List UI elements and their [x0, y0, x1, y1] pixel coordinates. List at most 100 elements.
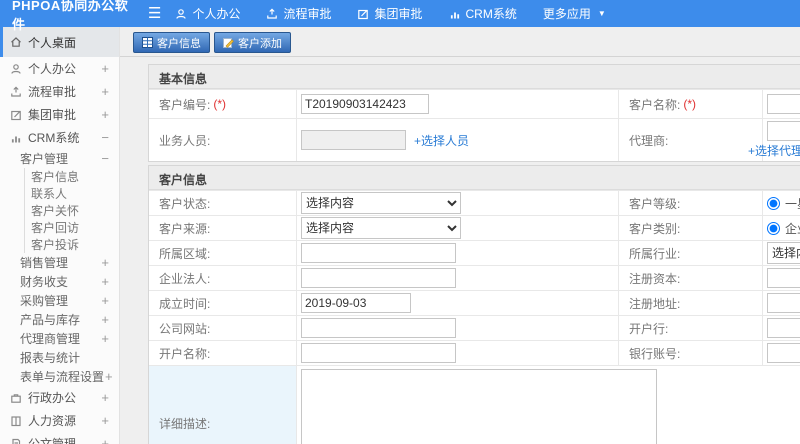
customer-no-label: 客户编号: (*)	[149, 90, 297, 118]
legal-person-input[interactable]	[301, 268, 456, 288]
category-radio-enterprise[interactable]	[767, 221, 780, 235]
sidebar-item-customer-complaint[interactable]: 客户投诉	[24, 236, 119, 253]
sales-person-input[interactable]	[301, 130, 406, 150]
sidebar-item-crm-system[interactable]: CRM系统 −	[0, 126, 119, 149]
upload-icon	[266, 7, 278, 20]
form-row-website-bank: 公司网站: 开户行:	[149, 315, 800, 340]
description-label: 详细描述:	[149, 366, 297, 444]
legal-person-label: 企业法人:	[149, 266, 297, 290]
top-navigation: 个人办公 流程审批 集团审批 CRM系统 更多应用 ▼	[175, 5, 606, 22]
website-input[interactable]	[301, 318, 456, 338]
account-name-label: 开户名称:	[149, 341, 297, 365]
hamburger-icon[interactable]: ☰	[148, 6, 161, 21]
founded-date-label: 成立时间:	[149, 291, 297, 315]
sidebar-item-group-approval[interactable]: 集团审批 +	[0, 103, 119, 126]
customer-name-label: 客户名称: (*)	[619, 90, 763, 118]
sidebar-item-human-resources[interactable]: 人力资源 +	[0, 409, 119, 432]
region-input[interactable]	[301, 243, 456, 263]
sidebar-item-agent-management[interactable]: 代理商管理 +	[0, 329, 119, 348]
form-row-description: 详细描述:	[149, 365, 800, 444]
sidebar-item-customer-info[interactable]: 客户信息	[24, 168, 119, 185]
topnav-more-apps[interactable]: 更多应用 ▼	[543, 5, 606, 22]
agent-input[interactable]	[767, 121, 800, 141]
sidebar-item-customer-management[interactable]: 客户管理 −	[0, 149, 119, 168]
industry-select[interactable]: 选择内容	[767, 242, 800, 264]
sidebar-item-products-inventory[interactable]: 产品与库存 +	[0, 310, 119, 329]
sidebar-item-workflow-approval[interactable]: 流程审批 +	[0, 80, 119, 103]
customer-source-label: 客户来源:	[149, 216, 297, 240]
home-icon	[10, 36, 22, 48]
sidebar-item-document-management[interactable]: 公文管理 +	[0, 432, 119, 444]
sidebar-item-reports-statistics[interactable]: 报表与统计	[0, 348, 119, 367]
sidebar-item-form-workflow-settings[interactable]: 表单与流程设置 +	[0, 367, 119, 386]
account-name-input[interactable]	[301, 343, 456, 363]
section-title-info: 客户信息	[149, 166, 800, 190]
select-agent-link[interactable]: +选择代理商	[748, 142, 800, 159]
sidebar-item-administration[interactable]: 行政办公 +	[0, 386, 119, 409]
description-textarea[interactable]	[301, 369, 657, 444]
region-label: 所属区域:	[149, 241, 297, 265]
bank-branch-input[interactable]	[767, 318, 800, 338]
grid-icon	[142, 37, 153, 48]
founded-date-input[interactable]	[301, 293, 411, 313]
customer-no-input[interactable]	[301, 94, 429, 114]
tab-customer-add[interactable]: 客户添加	[214, 32, 291, 53]
form-row-status-level: 客户状态: 选择内容 客户等级: 一星	[149, 190, 800, 215]
customer-status-select[interactable]: 选择内容	[301, 192, 461, 214]
user-icon	[10, 63, 22, 75]
website-label: 公司网站:	[149, 316, 297, 340]
sidebar-item-customer-followup[interactable]: 客户回访	[24, 219, 119, 236]
sidebar-item-purchasing[interactable]: 采购管理 +	[0, 291, 119, 310]
form-row-customer-no: 客户编号:(*) 客户名称:(*)	[149, 89, 800, 118]
edit-icon	[10, 109, 22, 121]
topnav-label: 集团审批	[374, 7, 423, 21]
tab-label: 客户信息	[157, 37, 201, 50]
tab-customer-info[interactable]: 客户信息	[133, 32, 210, 53]
topnav-personal-office[interactable]: 个人办公	[175, 5, 240, 22]
topnav-label: 更多应用	[542, 7, 591, 21]
registered-capital-label: 注册资本:	[619, 266, 763, 290]
sidebar-item-contacts[interactable]: 联系人	[24, 185, 119, 202]
customer-status-label: 客户状态:	[149, 191, 297, 215]
form-row-sales-person: 业务人员: +选择人员 代理商: +选择代理商	[149, 118, 800, 161]
registered-address-label: 注册地址:	[619, 291, 763, 315]
basic-info-section: 基本信息 客户编号:(*) 客户名称:(*) 业务人员:	[148, 64, 800, 162]
form-row-founded-address: 成立时间: 注册地址:	[149, 290, 800, 315]
bank-account-label: 银行账号:	[619, 341, 763, 365]
customer-level-label: 客户等级:	[619, 191, 763, 215]
customer-category-label: 客户类别:	[619, 216, 763, 240]
level-radio-one-star[interactable]	[767, 196, 780, 210]
registered-address-input[interactable]	[767, 293, 800, 313]
topnav-label: 流程审批	[283, 7, 332, 21]
book-icon	[10, 415, 22, 427]
form-row-account-number: 开户名称: 银行账号:	[149, 340, 800, 365]
sidebar-item-finance[interactable]: 财务收支 +	[0, 272, 119, 291]
form-row-region-industry: 所属区域: 所属行业: 选择内容	[149, 240, 800, 265]
sidebar: 个人桌面 个人办公 + 流程审批 + 集团审批 + CRM系统 − 客户管理 −…	[0, 27, 120, 444]
bar-chart-icon	[449, 8, 461, 20]
sidebar-item-personal-office[interactable]: 个人办公 +	[0, 57, 119, 80]
form-row-legal-capital: 企业法人: 注册资本:	[149, 265, 800, 290]
pencil-icon	[223, 37, 234, 48]
topnav-group-approval[interactable]: 集团审批	[357, 5, 423, 22]
topnav-label: 个人办公	[192, 7, 241, 21]
sidebar-item-sales-management[interactable]: 销售管理 +	[0, 253, 119, 272]
registered-capital-input[interactable]	[767, 268, 800, 288]
agent-label: 代理商:	[619, 119, 763, 161]
customer-name-input[interactable]	[767, 94, 800, 114]
category-option-label: 企业客户	[785, 221, 800, 236]
upload-icon	[10, 85, 22, 98]
bank-account-input[interactable]	[767, 343, 800, 363]
level-option-label: 一星	[785, 196, 800, 211]
briefcase-icon	[10, 392, 22, 404]
user-icon	[175, 8, 187, 20]
topnav-crm-system[interactable]: CRM系统	[449, 5, 517, 22]
industry-label: 所属行业:	[619, 241, 763, 265]
topnav-workflow-approval[interactable]: 流程审批	[266, 5, 331, 22]
edit-icon	[357, 8, 369, 20]
tab-strip: 客户信息 客户添加	[120, 27, 800, 57]
sidebar-item-customer-care[interactable]: 客户关怀	[24, 202, 119, 219]
customer-source-select[interactable]: 选择内容	[301, 217, 461, 239]
section-title-basic: 基本信息	[149, 65, 800, 89]
select-person-link[interactable]: +选择人员	[414, 132, 469, 149]
